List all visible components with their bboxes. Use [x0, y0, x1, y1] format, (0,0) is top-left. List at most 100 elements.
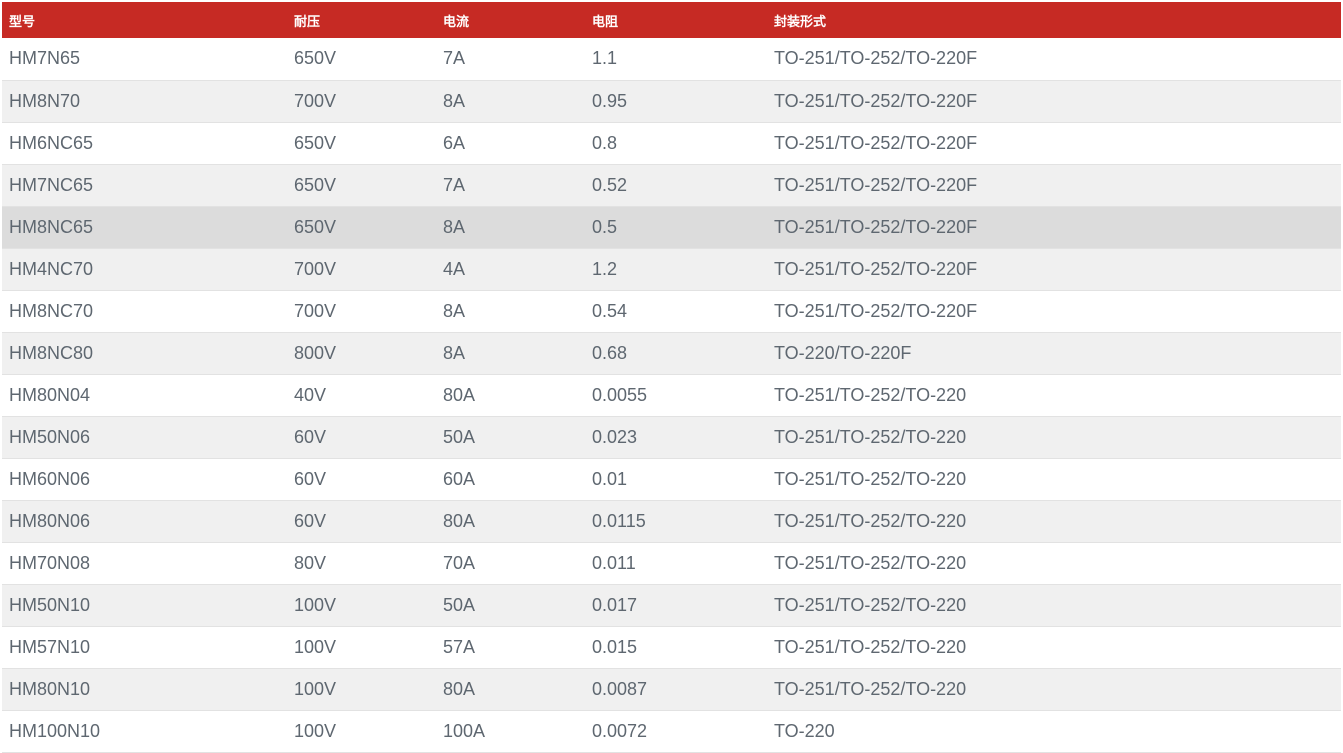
cell-package: TO-251/TO-252/TO-220: [774, 384, 967, 405]
cell-voltage: 100V: [294, 720, 337, 741]
cell-resistance: 0.0055: [592, 384, 648, 405]
cell-package: TO-251/TO-252/TO-220F: [774, 216, 978, 237]
product-spec-table: 型号 耐压 电流 电阻 封装形式 HM7N65 650V 7A 1.1 TO-251/T…: [2, 2, 1341, 753]
cell-voltage: 800V: [294, 342, 337, 363]
cell-voltage: 100V: [294, 594, 337, 615]
cell-voltage: 700V: [294, 300, 337, 321]
table-row[interactable]: HM4NC70 700V 4A 1.2 TO-251/TO-252/TO-220F: [2, 248, 1341, 290]
cell-current: 8A: [443, 216, 466, 237]
product-table-container: 型号 耐压 电流 电阻 封装形式 HM7N65 650V 7A 1.1 TO-251/T…: [2, 2, 1341, 753]
table-header-row: 型号 耐压 电流 电阻 封装形式: [2, 2, 1341, 38]
table-row[interactable]: HM57N10 100V 57A 0.015 TO-251/TO-252/TO-220: [2, 626, 1341, 668]
cell-resistance: 0.5: [592, 216, 618, 237]
cell-voltage: 650V: [294, 174, 337, 195]
cell-voltage: 650V: [294, 132, 337, 153]
cell-resistance: 0.015: [592, 636, 638, 657]
table-header: 型号 耐压 电流 电阻 封装形式: [2, 2, 1341, 38]
cell-current: 57A: [443, 636, 476, 657]
cell-current: 60A: [443, 468, 476, 489]
cell-model: HM80N06: [9, 510, 91, 531]
table-body: HM7N65 650V 7A 1.1 TO-251/TO-252/TO-220F HM8N…: [2, 38, 1341, 752]
cell-model: HM57N10: [9, 636, 91, 657]
cell-package: TO-251/TO-252/TO-220: [774, 594, 967, 615]
header-voltage: 耐压: [294, 14, 321, 30]
cell-model: HM6NC65: [9, 132, 94, 153]
table-row[interactable]: HM80N06 60V 80A 0.0115 TO-251/TO-252/TO-220: [2, 500, 1341, 542]
cell-model: HM70N08: [9, 552, 91, 573]
cell-model: HM4NC70: [9, 258, 94, 279]
table-row[interactable]: HM100N10 100V 100A 0.0072 TO-220: [2, 710, 1341, 752]
table-row[interactable]: HM6NC65 650V 6A 0.8 TO-251/TO-252/TO-220F: [2, 122, 1341, 164]
cell-package: TO-220: [774, 720, 835, 741]
cell-current: 50A: [443, 426, 476, 447]
table-row[interactable]: HM50N10 100V 50A 0.017 TO-251/TO-252/TO-220: [2, 584, 1341, 626]
cell-current: 7A: [443, 48, 466, 69]
cell-resistance: 0.52: [592, 174, 628, 195]
header-package: 封装形式: [774, 14, 827, 30]
cell-resistance: 0.011: [592, 552, 636, 573]
table-row[interactable]: HM8NC70 700V 8A 0.54 TO-251/TO-252/TO-220F: [2, 290, 1341, 332]
cell-model: HM80N04: [9, 384, 91, 405]
table-row[interactable]: HM8NC80 800V 8A 0.68 TO-220/TO-220F: [2, 332, 1341, 374]
table-row[interactable]: HM8N70 700V 8A 0.95 TO-251/TO-252/TO-220F: [2, 80, 1341, 122]
cell-model: HM8NC70: [9, 300, 94, 321]
table-row[interactable]: HM80N04 40V 80A 0.0055 TO-251/TO-252/TO-220: [2, 374, 1341, 416]
table-row[interactable]: HM50N06 60V 50A 0.023 TO-251/TO-252/TO-220: [2, 416, 1341, 458]
cell-model: HM8NC80: [9, 342, 94, 363]
cell-current: 4A: [443, 258, 466, 279]
cell-voltage: 650V: [294, 48, 337, 69]
cell-package: TO-251/TO-252/TO-220F: [774, 90, 978, 111]
cell-package: TO-251/TO-252/TO-220F: [774, 174, 978, 195]
cell-model: HM7N65: [9, 48, 81, 69]
cell-resistance: 0.0072: [592, 720, 648, 741]
cell-package: TO-251/TO-252/TO-220: [774, 468, 967, 489]
cell-model: HM8N70: [9, 90, 81, 111]
cell-voltage: 60V: [294, 468, 327, 489]
cell-resistance: 0.0115: [592, 510, 646, 531]
cell-package: TO-251/TO-252/TO-220: [774, 426, 967, 447]
cell-model: HM50N06: [9, 426, 91, 447]
header-model: 型号: [9, 14, 36, 30]
table-row[interactable]: HM7N65 650V 7A 1.1 TO-251/TO-252/TO-220F: [2, 38, 1341, 80]
cell-current: 50A: [443, 594, 476, 615]
cell-model: HM60N06: [9, 468, 91, 489]
header-resistance: 电阻: [592, 14, 619, 30]
cell-resistance: 1.2: [592, 258, 618, 279]
cell-resistance: 0.0087: [592, 678, 648, 699]
cell-resistance: 0.8: [592, 132, 618, 153]
table-row[interactable]: HM60N06 60V 60A 0.01 TO-251/TO-252/TO-220: [2, 458, 1341, 500]
cell-package: TO-251/TO-252/TO-220: [774, 552, 967, 573]
cell-voltage: 700V: [294, 258, 337, 279]
cell-current: 70A: [443, 552, 476, 573]
cell-model: HM8NC65: [9, 216, 94, 237]
cell-package: TO-251/TO-252/TO-220: [774, 678, 967, 699]
table-row[interactable]: HM7NC65 650V 7A 0.52 TO-251/TO-252/TO-220F: [2, 164, 1341, 206]
cell-voltage: 40V: [294, 384, 327, 405]
cell-package: TO-251/TO-252/TO-220: [774, 510, 967, 531]
cell-resistance: 0.95: [592, 90, 628, 111]
cell-voltage: 100V: [294, 678, 337, 699]
cell-model: HM100N10: [9, 720, 101, 741]
cell-resistance: 0.017: [592, 594, 638, 615]
cell-resistance: 0.68: [592, 342, 628, 363]
table-row[interactable]: HM8NC65 650V 8A 0.5 TO-251/TO-252/TO-220F: [2, 206, 1341, 248]
cell-package: TO-220/TO-220F: [774, 342, 912, 363]
cell-voltage: 80V: [294, 552, 327, 573]
cell-package: TO-251/TO-252/TO-220F: [774, 258, 978, 279]
cell-current: 80A: [443, 384, 476, 405]
table-row[interactable]: HM70N08 80V 70A 0.011 TO-251/TO-252/TO-220: [2, 542, 1341, 584]
cell-voltage: 60V: [294, 426, 327, 447]
cell-current: 100A: [443, 720, 486, 741]
cell-voltage: 650V: [294, 216, 337, 237]
cell-current: 6A: [443, 132, 466, 153]
cell-model: HM50N10: [9, 594, 91, 615]
cell-current: 80A: [443, 678, 476, 699]
cell-current: 80A: [443, 510, 476, 531]
cell-current: 8A: [443, 342, 466, 363]
cell-resistance: 0.023: [592, 426, 638, 447]
cell-model: HM80N10: [9, 678, 91, 699]
cell-model: HM7NC65: [9, 174, 94, 195]
cell-voltage: 60V: [294, 510, 327, 531]
table-row[interactable]: HM80N10 100V 80A 0.0087 TO-251/TO-252/TO-220: [2, 668, 1341, 710]
cell-package: TO-251/TO-252/TO-220: [774, 636, 967, 657]
